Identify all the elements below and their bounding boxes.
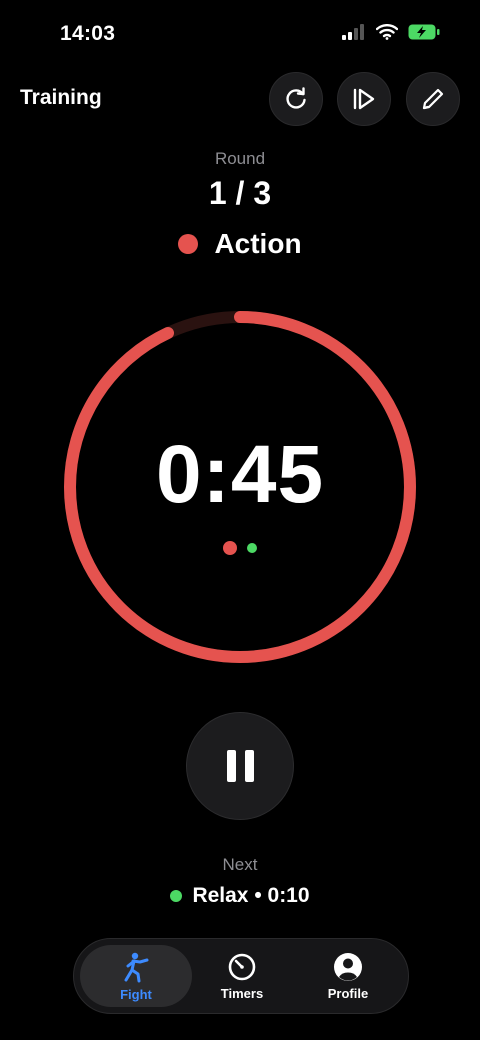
battery-charging-icon xyxy=(408,24,440,40)
skip-forward-icon xyxy=(353,88,375,110)
edit-button[interactable] xyxy=(406,72,460,126)
action-phase-dot xyxy=(223,541,237,555)
status-time: 14:03 xyxy=(60,22,116,45)
tab-fight[interactable]: Fight xyxy=(80,945,192,1007)
pause-icon-bar-right xyxy=(244,750,254,782)
person-icon xyxy=(334,952,362,981)
pause-icon-bar-left xyxy=(226,750,236,782)
tab-profile[interactable]: Profile xyxy=(292,945,404,1007)
relax-phase-dot xyxy=(247,543,257,553)
next-phase-dot xyxy=(170,890,183,902)
tab-label: Fight xyxy=(120,986,152,1002)
status-icons xyxy=(342,24,440,40)
next-label: Next xyxy=(222,855,258,874)
round-label: Round xyxy=(214,149,266,168)
tab-timers[interactable]: Timers xyxy=(186,945,298,1007)
round-value: 1 / 3 xyxy=(208,175,272,211)
countdown-timer: 0:45 xyxy=(155,429,325,520)
pencil-icon xyxy=(422,88,444,110)
next-phase: Relax • 0:10 xyxy=(0,884,480,908)
phase-label: Action xyxy=(214,228,302,259)
status-bar: 14:03 xyxy=(0,0,480,70)
restart-icon xyxy=(286,87,306,109)
current-phase: Action xyxy=(0,228,480,260)
next-phase-value: Relax • 0:10 xyxy=(192,884,310,907)
phase-dot xyxy=(178,234,199,254)
fighter-icon xyxy=(124,952,149,982)
timer-icon xyxy=(228,953,256,980)
restart-button[interactable] xyxy=(269,72,323,126)
tab-bar: Fight Timers Profile xyxy=(73,938,409,1014)
tab-label: Timers xyxy=(220,985,264,1001)
round-phase-indicator xyxy=(0,541,480,555)
tab-label: Profile xyxy=(327,985,369,1001)
pause-button[interactable] xyxy=(186,712,294,820)
page-title: Training xyxy=(20,86,102,109)
skip-forward-button[interactable] xyxy=(337,72,391,126)
cellular-signal-icon xyxy=(342,24,364,40)
wifi-icon xyxy=(376,24,398,40)
